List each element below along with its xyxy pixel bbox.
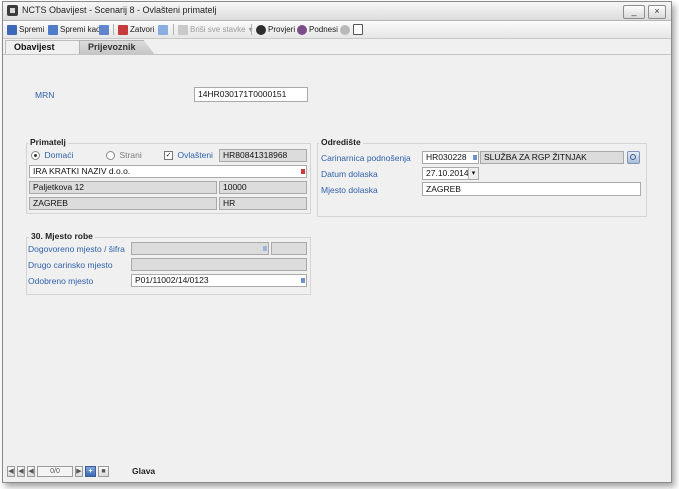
arrival-place-label: Mjesto dolaska bbox=[321, 185, 378, 195]
title-bar: NCTS Obavijest - Scenarij 8 - Ovlašteni … bbox=[3, 2, 671, 21]
search-lookup-button[interactable] bbox=[627, 151, 640, 164]
mrn-field[interactable]: 14HR030171T0000151 bbox=[194, 87, 308, 102]
mrn-label: MRN bbox=[35, 90, 55, 100]
prev-page-icon[interactable]: ◀ bbox=[17, 466, 25, 477]
approved-place-label: Odobreno mjesto bbox=[28, 276, 94, 286]
info-icon bbox=[340, 24, 350, 35]
tab-obavijest[interactable]: Obavijest bbox=[5, 40, 87, 54]
document-icon bbox=[353, 24, 363, 35]
customs-office-name-field[interactable]: SLUŽBA ZA RGP ŽITNJAK bbox=[480, 151, 624, 164]
checkbox-ovlasteni[interactable]: ✓ Ovlašteni bbox=[164, 150, 213, 161]
app-window: NCTS Obavijest - Scenarij 8 - Ovlašteni … bbox=[2, 1, 672, 483]
delete-icon bbox=[178, 24, 188, 35]
other-customs-label: Drugo carinsko mjesto bbox=[28, 260, 113, 270]
toolbar: Spremi Spremi kao Zatvori Briši sve stav… bbox=[3, 21, 671, 39]
window-title: NCTS Obavijest - Scenarij 8 - Ovlašteni … bbox=[22, 5, 217, 15]
delete-all-button[interactable]: Briši sve stavke ▾ bbox=[178, 23, 253, 36]
agreed-place-label: Dogovoreno mjesto / šifra bbox=[28, 244, 125, 254]
customs-office-label: Carinarnica podnošenja bbox=[321, 153, 411, 163]
customs-office-code-value: HR030228 bbox=[426, 152, 467, 162]
minimize-button[interactable]: _ bbox=[623, 5, 645, 19]
radio-domaci[interactable]: Domaći bbox=[31, 150, 74, 161]
tab-bar: Obavijest Prijevoznik bbox=[3, 39, 671, 55]
primatelj-street-field[interactable]: Paljetkova 12 bbox=[29, 181, 217, 194]
lookup-marker-icon bbox=[473, 155, 477, 160]
delete-all-label: Briši sve stavke bbox=[190, 25, 246, 34]
search-icon bbox=[630, 154, 636, 160]
close-label: Zatvori bbox=[130, 25, 155, 34]
required-marker-icon bbox=[301, 169, 305, 174]
tab-divider bbox=[3, 54, 671, 55]
primatelj-name-field[interactable]: IRA KRATKI NAZIV d.o.o. bbox=[29, 165, 307, 178]
mjesto-robe-title: 30. Mjesto robe bbox=[29, 231, 95, 241]
export-button[interactable] bbox=[99, 23, 111, 36]
table-button[interactable] bbox=[158, 23, 170, 36]
chevron-down-icon[interactable]: ▾ bbox=[468, 168, 478, 179]
submit-label: Podnesi bbox=[309, 25, 338, 34]
submit-icon bbox=[297, 24, 307, 35]
lookup-marker-icon bbox=[263, 246, 267, 251]
record-navigation-bar: ◀ ◀ ◀ 0/0 ▶ + ■ Glava bbox=[3, 464, 671, 482]
agreed-place-code-field[interactable] bbox=[271, 242, 307, 255]
tab-prijevoznik[interactable]: Prijevoznik bbox=[79, 40, 155, 55]
close-button[interactable]: Zatvori bbox=[118, 23, 154, 36]
radio-strani-label: Strani bbox=[119, 150, 142, 160]
agreed-place-field[interactable] bbox=[131, 242, 269, 255]
toolbar-separator bbox=[173, 24, 174, 35]
check-icon bbox=[256, 24, 266, 35]
record-counter: 0/0 bbox=[37, 466, 73, 477]
save-label: Spremi bbox=[19, 25, 45, 34]
close-icon bbox=[118, 24, 128, 35]
add-record-button[interactable]: + bbox=[85, 466, 96, 477]
section-label: Glava bbox=[132, 466, 156, 476]
info-button[interactable] bbox=[340, 23, 352, 36]
save-button[interactable]: Spremi bbox=[7, 23, 44, 36]
primatelj-id-field[interactable]: HR80841318968 bbox=[219, 149, 307, 162]
document-button[interactable] bbox=[353, 23, 365, 36]
checkbox-ovlasteni-label: Ovlašteni bbox=[177, 150, 213, 160]
radio-strani-icon bbox=[106, 151, 115, 161]
close-window-button[interactable]: × bbox=[648, 5, 666, 19]
odrediste-title: Odredište bbox=[319, 137, 363, 147]
primatelj-postcode-field[interactable]: 10000 bbox=[219, 181, 307, 194]
app-icon bbox=[7, 5, 18, 16]
next-record-icon[interactable]: ▶ bbox=[75, 466, 83, 477]
primatelj-city-field[interactable]: ZAGREB bbox=[29, 197, 217, 210]
export-icon bbox=[99, 24, 109, 35]
primatelj-title: Primatelj bbox=[28, 137, 68, 147]
other-customs-field[interactable] bbox=[131, 258, 307, 271]
arrival-date-field[interactable]: 27.10.2014. ▾ bbox=[422, 167, 479, 180]
primatelj-name-value: IRA KRATKI NAZIV d.o.o. bbox=[33, 166, 131, 176]
check-button[interactable]: Provjeri bbox=[256, 23, 295, 36]
save-as-icon bbox=[48, 24, 58, 35]
arrival-place-field[interactable]: ZAGREB bbox=[422, 182, 641, 196]
customs-office-code-field[interactable]: HR030228 bbox=[422, 151, 479, 164]
save-icon bbox=[7, 24, 17, 35]
toolbar-separator bbox=[113, 24, 114, 35]
table-icon bbox=[158, 24, 168, 35]
toolbar-separator bbox=[251, 24, 252, 35]
prev-record-icon[interactable]: ◀ bbox=[27, 466, 35, 477]
arrival-date-label: Datum dolaska bbox=[321, 169, 378, 179]
radio-strani[interactable]: Strani bbox=[106, 150, 142, 161]
checkbox-ovlasteni-icon: ✓ bbox=[164, 151, 173, 161]
save-as-label: Spremi kao bbox=[60, 25, 101, 34]
first-record-icon[interactable]: ◀ bbox=[7, 466, 15, 477]
submit-button[interactable]: Podnesi bbox=[297, 23, 338, 36]
save-as-button[interactable]: Spremi kao bbox=[48, 23, 100, 36]
arrival-date-value: 27.10.2014. bbox=[426, 168, 471, 178]
lookup-marker-icon bbox=[301, 278, 305, 283]
approved-place-value: P01/11002/14/0123 bbox=[135, 275, 209, 285]
delete-record-icon[interactable]: ■ bbox=[98, 466, 109, 477]
primatelj-country-field[interactable]: HR bbox=[219, 197, 307, 210]
radio-domaci-label: Domaći bbox=[44, 150, 74, 160]
check-label: Provjeri bbox=[268, 25, 296, 34]
approved-place-field[interactable]: P01/11002/14/0123 bbox=[131, 274, 307, 287]
radio-domaci-icon bbox=[31, 151, 40, 161]
